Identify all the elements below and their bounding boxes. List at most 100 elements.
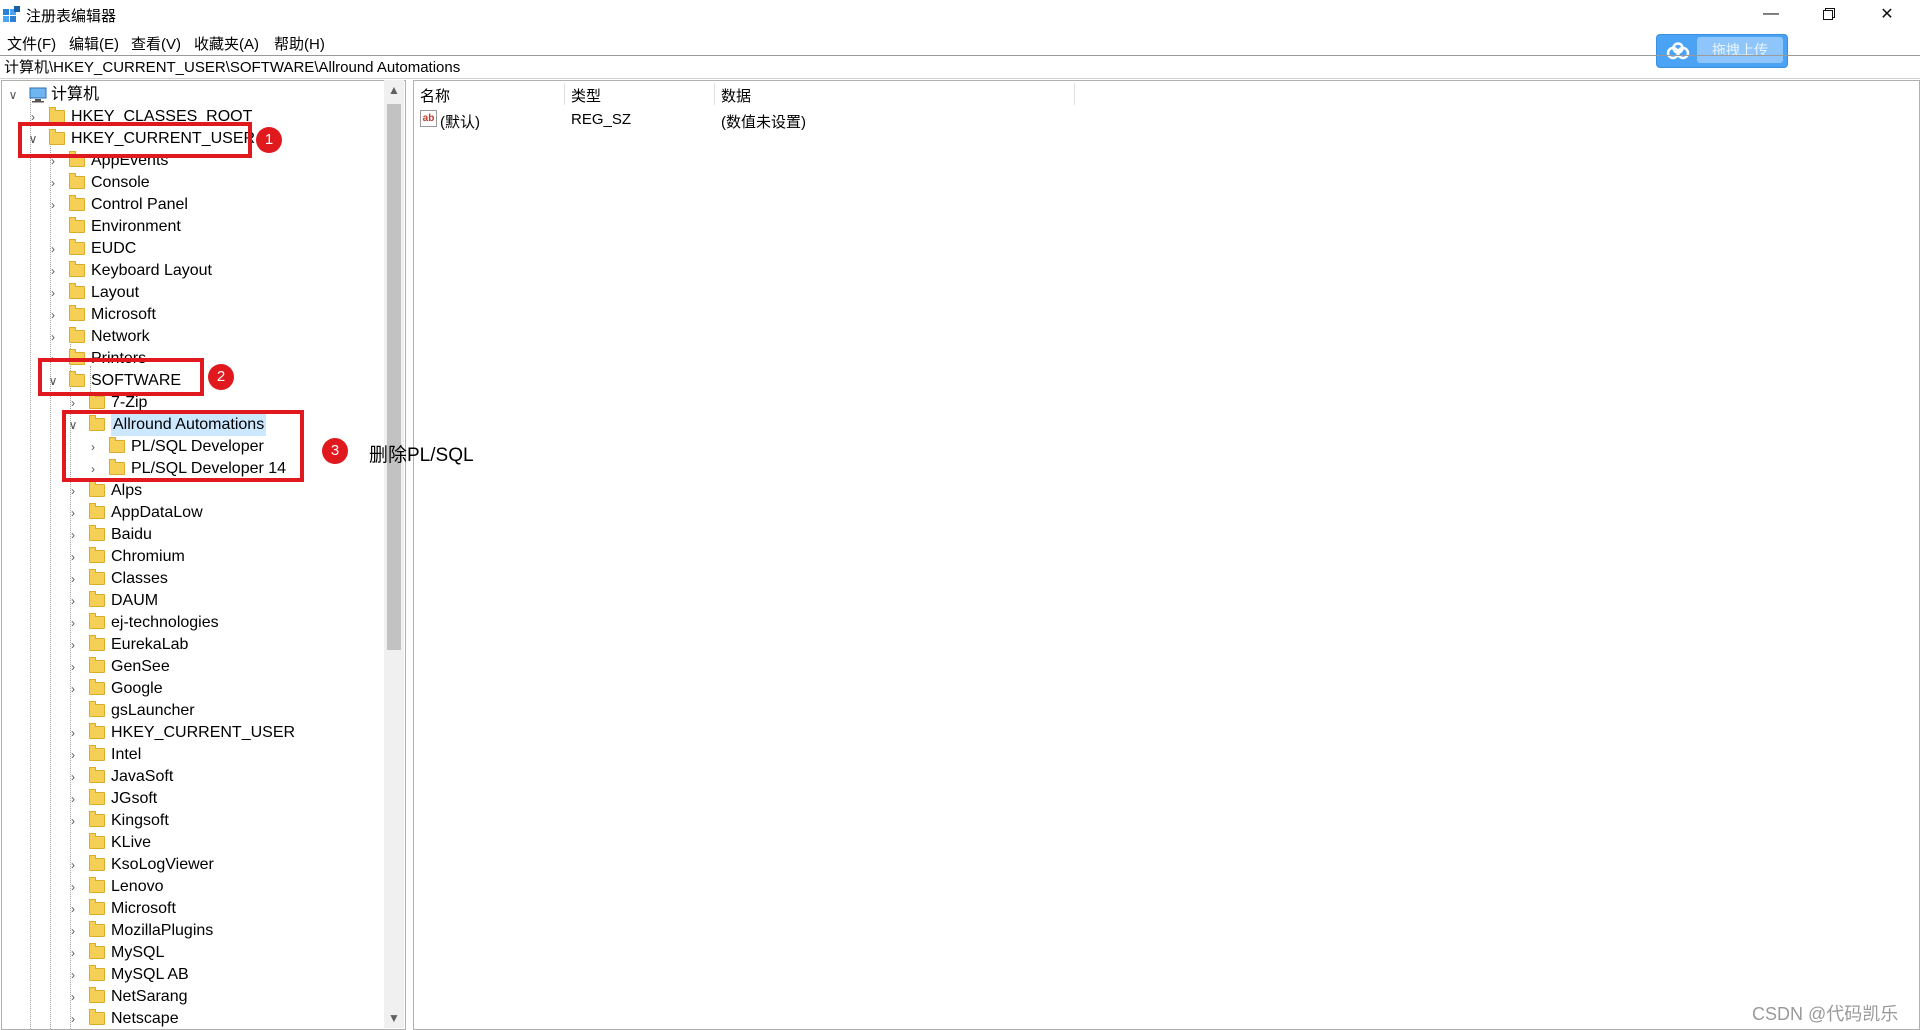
chevron-right-icon[interactable]: › [67,1008,79,1029]
chevron-right-icon[interactable]: › [67,612,79,634]
chevron-down-icon[interactable]: ∨ [7,84,19,106]
tree-item-label: Environment [91,218,181,235]
tree-item-label: Intel [111,746,142,763]
chevron-right-icon[interactable]: › [67,568,79,590]
tree-item-label: NetSarang [111,988,188,1005]
chevron-right-icon[interactable]: › [67,480,79,502]
folder-icon [89,789,105,805]
folder-icon [69,195,85,211]
menu-favorites[interactable]: 收藏夹(A) [194,33,259,54]
chevron-right-icon[interactable]: › [67,986,79,1008]
close-button[interactable]: ✕ [1858,0,1916,28]
tree-item-label: AppDataLow [111,504,203,521]
folder-icon [89,745,105,761]
close-icon: ✕ [1880,6,1894,23]
chevron-right-icon[interactable]: › [67,524,79,546]
chevron-right-icon[interactable]: › [67,678,79,700]
computer-icon [29,87,47,103]
window-title: 注册表编辑器 [26,8,117,25]
folder-icon [89,921,105,937]
menu-help[interactable]: 帮助(H) [274,33,325,54]
chevron-right-icon[interactable]: › [67,766,79,788]
chevron-right-icon[interactable]: › [67,920,79,942]
tree-item-label: ej-technologies [111,614,219,631]
folder-icon [89,503,105,519]
highlight-box-software [38,358,204,396]
tree-item-label: Layout [91,284,140,301]
menu-view[interactable]: 查看(V) [131,33,181,54]
folder-icon [89,965,105,981]
column-header-type[interactable]: 类型 [571,85,601,106]
chevron-right-icon[interactable]: › [67,590,79,612]
chevron-right-icon[interactable]: › [67,964,79,986]
chevron-right-icon[interactable]: › [67,744,79,766]
minimize-icon: — [1763,5,1779,22]
chevron-right-icon[interactable]: › [67,722,79,744]
tree-item-label: Microsoft [111,900,176,917]
menu-edit[interactable]: 编辑(E) [69,33,119,54]
tree-item-label: Kingsoft [111,812,169,829]
chevron-right-icon[interactable]: › [67,810,79,832]
chevron-right-icon[interactable]: › [67,546,79,568]
chevron-right-icon[interactable]: › [67,854,79,876]
annotation-note: 删除PL/SQL [369,445,474,466]
menu-file[interactable]: 文件(F) [7,33,56,54]
scroll-up-icon[interactable]: ▲ [384,80,404,100]
column-header-name[interactable]: 名称 [420,85,450,106]
chevron-right-icon[interactable]: › [47,282,59,304]
tree-item-label: JavaSoft [111,768,174,785]
chevron-right-icon[interactable]: › [47,304,59,326]
folder-icon [69,239,85,255]
tree-item-label: 计算机 [51,86,100,103]
chevron-right-icon[interactable]: › [67,942,79,964]
tree-item-label: EUDC [91,240,137,257]
tree-item-label: Alps [111,482,143,499]
chevron-right-icon[interactable]: › [47,172,59,194]
chevron-right-icon[interactable]: › [47,326,59,348]
chevron-right-icon[interactable]: › [47,260,59,282]
column-separator[interactable] [1074,83,1075,105]
tree-item-label: Chromium [111,548,185,565]
restore-button[interactable] [1800,0,1858,28]
restore-icon [1823,8,1835,20]
folder-icon [89,1009,105,1025]
folder-icon [89,481,105,497]
tree-item-label: Baidu [111,526,152,543]
column-separator[interactable] [564,83,565,105]
address-bar[interactable]: 计算机\HKEY_CURRENT_USER\SOFTWARE\Allround … [0,55,1920,79]
column-separator[interactable] [714,83,715,105]
tree-item-label: Console [91,174,150,191]
folder-icon [89,943,105,959]
chevron-right-icon[interactable]: › [67,876,79,898]
tree-item-label: GenSee [111,658,170,675]
scroll-thumb[interactable] [387,104,401,650]
chevron-right-icon[interactable]: › [67,634,79,656]
folder-icon [89,855,105,871]
chevron-right-icon[interactable]: › [67,502,79,524]
chevron-right-icon[interactable]: › [67,788,79,810]
chevron-right-icon[interactable]: › [67,656,79,678]
chevron-right-icon[interactable]: › [47,194,59,216]
annotation-badge-2: 2 [208,364,234,390]
tree-scrollbar[interactable]: ▲ ▼ [384,80,404,1028]
folder-icon [89,987,105,1003]
menu-bar: 文件(F) 编辑(E) 查看(V) 收藏夹(A) 帮助(H) [0,28,1920,54]
tree-item-label: MySQL [111,944,165,961]
string-value-icon: ab [420,110,437,127]
title-bar: 注册表编辑器 — ✕ [0,0,1920,28]
registry-editor-icon [3,6,20,22]
scroll-down-icon[interactable]: ▼ [384,1008,404,1028]
tree-item-label: Network [91,328,150,345]
tree-item-label: KLive [111,834,152,851]
chevron-right-icon[interactable]: › [67,898,79,920]
minimize-button[interactable]: — [1742,0,1800,28]
tree-item-label: Control Panel [91,196,188,213]
tree-item-label: Netscape [111,1010,179,1027]
tree-item-label: Classes [111,570,168,587]
tree-item-label: Microsoft [91,306,156,323]
folder-icon [89,679,105,695]
highlight-box-allround [62,410,304,482]
column-header-data[interactable]: 数据 [721,85,751,106]
chevron-right-icon[interactable]: › [47,238,59,260]
tree-item-label: DAUM [111,592,159,609]
